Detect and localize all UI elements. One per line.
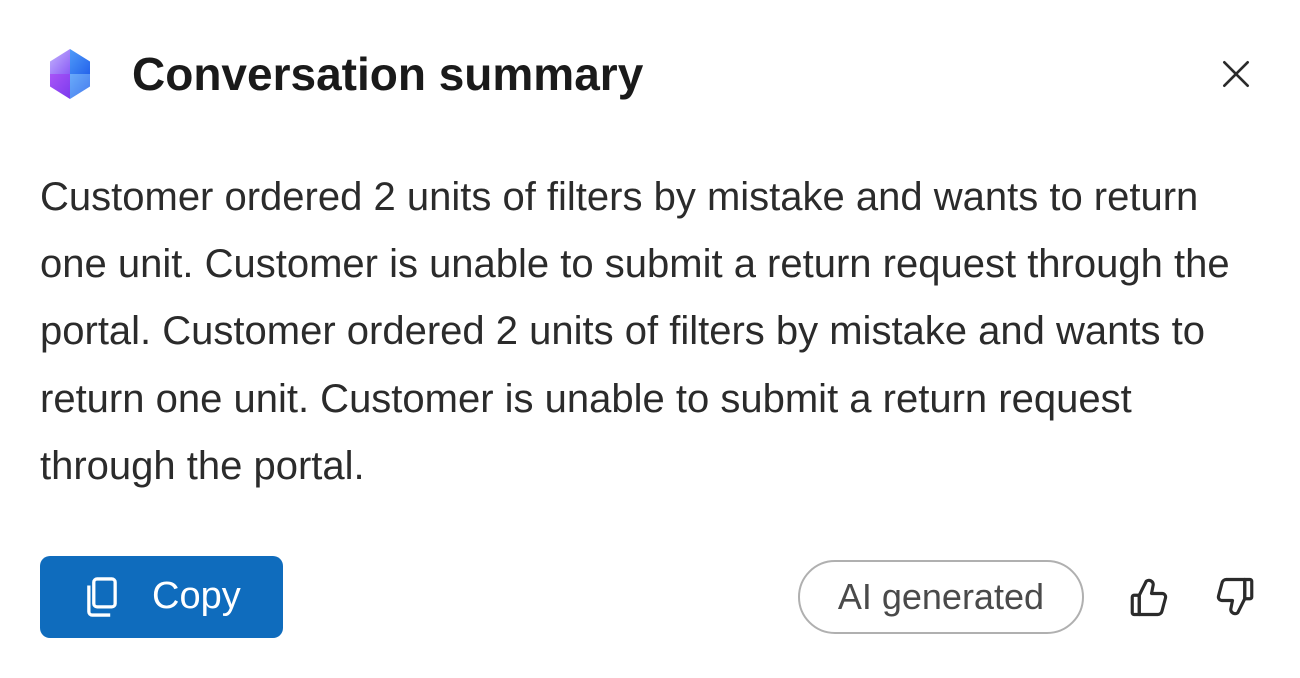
header-left: Conversation summary [40, 44, 643, 104]
panel-header: Conversation summary [40, 44, 1260, 104]
thumbs-up-icon [1127, 576, 1169, 618]
copilot-logo-icon [40, 44, 100, 104]
footer-right: AI generated [798, 560, 1260, 634]
panel-title: Conversation summary [132, 47, 643, 101]
close-icon [1216, 54, 1256, 94]
thumbs-down-icon [1215, 576, 1257, 618]
summary-body: Customer ordered 2 units of filters by m… [40, 164, 1260, 500]
ai-generated-badge: AI generated [798, 560, 1084, 634]
summary-panel: Conversation summary Customer ordered 2 … [0, 0, 1300, 678]
copy-label: Copy [152, 575, 241, 618]
thumbs-up-button[interactable] [1124, 573, 1172, 621]
copy-button[interactable]: Copy [40, 556, 283, 638]
close-button[interactable] [1212, 50, 1260, 98]
copy-icon [82, 574, 122, 620]
thumbs-down-button[interactable] [1212, 573, 1260, 621]
panel-footer: Copy AI generated [40, 556, 1260, 638]
